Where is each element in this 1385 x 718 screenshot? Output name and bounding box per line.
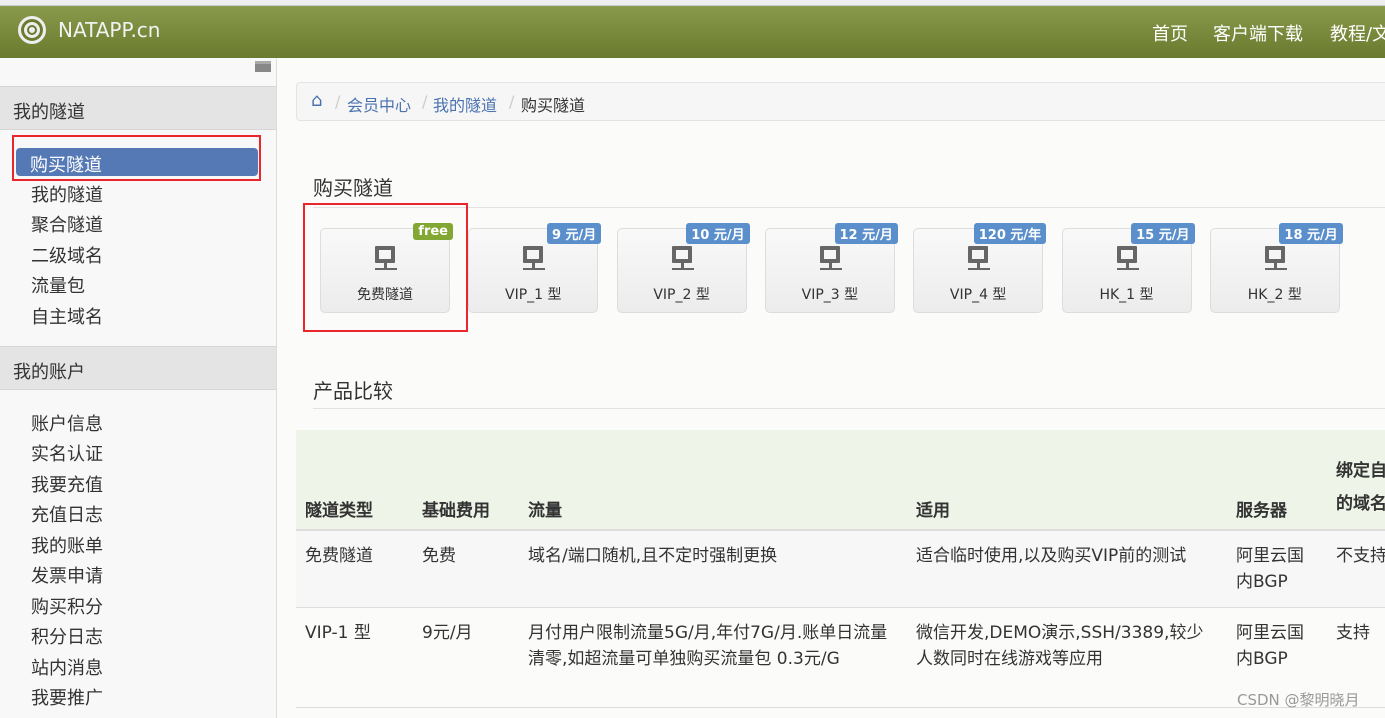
monitor-icon	[523, 246, 544, 263]
nav-home[interactable]: 首页	[1152, 20, 1188, 46]
col-type: 隧道类型	[296, 430, 413, 531]
monitor-icon	[1116, 246, 1137, 263]
divider	[313, 408, 1385, 409]
tunnel-card-label: VIP_4 型	[949, 287, 1007, 303]
price-badge: 9 元/月	[546, 223, 602, 244]
sidebar-item-subdomain[interactable]: 二级域名	[31, 242, 103, 268]
tunnel-card-label: HK_2 型	[1247, 287, 1302, 303]
cell: VIP-1 型	[296, 607, 413, 708]
monitor-base	[968, 268, 991, 270]
cell: 免费	[413, 530, 519, 608]
breadcrumb-my-tunnels[interactable]: 我的隧道	[433, 92, 497, 116]
sidebar-toggle-icon[interactable]	[255, 61, 271, 72]
sidebar-item-traffic[interactable]: 流量包	[31, 272, 85, 298]
cell: 9元/月	[413, 607, 519, 708]
cell: 微信开发,DEMO演示,SSH/3389,较少人数同时在线游戏等应用	[907, 607, 1227, 708]
sidebar-item-promote[interactable]: 我要推广	[31, 684, 103, 710]
monitor-base	[819, 268, 842, 270]
cell: 域名/端口随机,且不定时强制更换	[519, 530, 907, 608]
sidebar-item-bills[interactable]: 我的账单	[31, 532, 103, 558]
table-header-row: 隧道类型 基础费用 流量 适用 服务器 绑定自己的域名	[296, 430, 1385, 531]
table-row: VIP-1 型 9元/月 月付用户限制流量5G/月,年付7G/月.账单日流量清零…	[296, 607, 1385, 708]
cell: 阿里云国内BGP	[1227, 530, 1327, 608]
tunnel-card[interactable]: 18 元/月 HK_2 型	[1209, 223, 1343, 313]
price-badge: 120 元/年	[973, 223, 1047, 244]
monitor-icon	[968, 246, 989, 263]
watermark: CSDN @黎明晓月	[1237, 691, 1360, 709]
col-traffic: 流量	[519, 430, 907, 531]
sidebar-item-recharge[interactable]: 我要充值	[31, 471, 103, 497]
sidebar-item-buy-points[interactable]: 购买积分	[31, 593, 103, 619]
table-row: 免费隧道 免费 域名/端口随机,且不定时强制更换 适合临时使用,以及购买VIP前…	[296, 530, 1385, 608]
nav-download[interactable]: 客户端下载	[1213, 20, 1303, 46]
nav-tutorial[interactable]: 教程/文	[1330, 20, 1385, 46]
breadcrumb-separator: /	[422, 92, 428, 111]
tunnel-card[interactable]: 120 元/年 VIP_4 型	[913, 223, 1047, 313]
compare-title: 产品比较	[313, 379, 393, 403]
sidebar-item-messages[interactable]: 站内消息	[31, 654, 103, 680]
cell: 不支持	[1327, 530, 1385, 608]
monitor-icon	[1264, 246, 1285, 263]
price-badge: 10 元/月	[686, 223, 750, 244]
cell: 免费隧道	[296, 530, 413, 608]
sidebar-item-account-info[interactable]: 账户信息	[31, 410, 103, 436]
logo-icon[interactable]	[18, 16, 46, 44]
sidebar-item-points-log[interactable]: 积分日志	[31, 623, 103, 649]
col-domain: 绑定自己的域名	[1327, 430, 1385, 531]
breadcrumb-separator: /	[335, 92, 341, 111]
highlight-box	[12, 135, 261, 181]
monitor-base	[523, 268, 546, 270]
tunnel-card-label: VIP_2 型	[653, 287, 710, 303]
sidebar-item-recharge-log[interactable]: 充值日志	[31, 501, 103, 527]
col-fee: 基础费用	[413, 430, 519, 531]
price-badge: 12 元/月	[834, 223, 898, 244]
sidebar-item-custom-domain[interactable]: 自主域名	[31, 303, 103, 329]
monitor-icon	[671, 246, 692, 263]
tunnel-card[interactable]: 10 元/月 VIP_2 型	[616, 223, 750, 313]
comparison-table: 隧道类型 基础费用 流量 适用 服务器 绑定自己的域名 免费隧道 免费 域名/端…	[296, 430, 1385, 708]
price-badge: 18 元/月	[1279, 223, 1343, 244]
sidebar-section-tunnels: 我的隧道	[0, 86, 276, 130]
divider	[313, 207, 1385, 208]
tunnel-card-label: VIP_1 型	[505, 287, 562, 303]
tunnel-card[interactable]: 9 元/月 VIP_1 型	[468, 223, 602, 313]
breadcrumb-current: 购买隧道	[521, 96, 586, 115]
monitor-base	[1116, 268, 1139, 270]
home-icon[interactable]: ⌂	[311, 90, 322, 111]
sidebar-item-my-tunnels[interactable]: 我的隧道	[31, 181, 103, 207]
breadcrumb-separator: /	[509, 92, 515, 111]
breadcrumb: ⌂ / 会员中心 / 我的隧道 / 购买隧道	[296, 82, 1385, 121]
tunnel-card-label: VIP_3 型	[801, 287, 859, 303]
tunnel-card[interactable]: 12 元/月 VIP_3 型	[764, 223, 898, 313]
highlight-box	[303, 203, 468, 332]
cell: 月付用户限制流量5G/月,年付7G/月.账单日流量清零,如超流量可单独购买流量包…	[519, 607, 907, 708]
tunnel-card[interactable]: 15 元/月 HK_1 型	[1061, 223, 1195, 313]
top-header: NATAPP.cn 首页 客户端下载 教程/文	[0, 6, 1385, 58]
monitor-base	[1264, 268, 1287, 270]
col-usage: 适用	[907, 430, 1227, 531]
monitor-base	[671, 268, 694, 270]
tunnel-card-label: HK_1 型	[1099, 287, 1154, 303]
sidebar-section-account: 我的账户	[0, 346, 276, 390]
col-server: 服务器	[1227, 430, 1327, 531]
breadcrumb-member[interactable]: 会员中心	[347, 92, 411, 116]
sidebar-item-verify[interactable]: 实名认证	[31, 440, 103, 466]
monitor-icon	[819, 246, 840, 263]
brand-name[interactable]: NATAPP.cn	[58, 18, 160, 42]
sidebar-item-invoice[interactable]: 发票申请	[31, 562, 103, 588]
buy-tunnel-title: 购买隧道	[313, 176, 393, 200]
price-badge: 15 元/月	[1131, 223, 1195, 244]
cell: 适合临时使用,以及购买VIP前的测试	[907, 530, 1227, 608]
sidebar-item-aggregate[interactable]: 聚合隧道	[31, 211, 103, 237]
